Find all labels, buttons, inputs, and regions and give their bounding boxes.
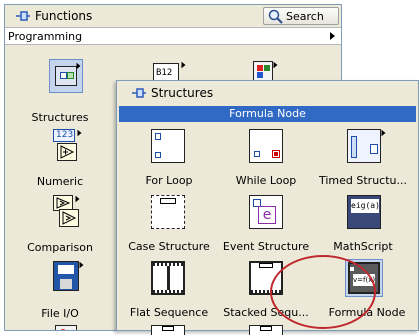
floppy-disk-icon — [53, 261, 79, 291]
flat-sequence-tile[interactable] — [151, 261, 185, 295]
pin-icon[interactable] — [15, 9, 31, 23]
submenu-arrow-icon — [79, 261, 84, 269]
file-io-tile[interactable] — [53, 261, 84, 295]
case-structure-label: Case Structure — [128, 240, 210, 253]
flat-sequence-label: Flat Sequence — [129, 306, 209, 319]
while-loop-tile[interactable] — [249, 129, 283, 163]
mathscript-icon: eig(a) — [347, 195, 381, 229]
numeric-tile[interactable]: 123 — [53, 129, 82, 163]
timed-loop-icon — [347, 129, 381, 163]
flat-sequence-icon — [151, 261, 185, 295]
case-structure-icon — [151, 195, 185, 229]
submenu-arrow-icon — [381, 129, 386, 137]
functions-title: Functions — [35, 9, 93, 23]
submenu-arrow-icon — [75, 195, 80, 203]
category-bar-programming[interactable]: Programming — [5, 27, 341, 45]
timed-structure-tile[interactable] — [347, 129, 386, 163]
event-structure-icon: e — [249, 195, 283, 229]
hover-tooltip: Formula Node — [119, 106, 416, 122]
for-loop-icon — [151, 129, 185, 163]
case-structure-tile[interactable] — [151, 195, 185, 229]
numeric-display: 123 — [53, 129, 75, 142]
functions-titlebar: Functions Search — [5, 5, 341, 27]
submenu-arrow-icon — [273, 61, 278, 69]
annotation-circle — [270, 255, 376, 329]
category-label: Programming — [8, 30, 83, 43]
comparison-label: Comparison — [27, 241, 93, 254]
structures-tile[interactable] — [49, 59, 83, 93]
pin-icon[interactable] — [131, 86, 147, 100]
search-button[interactable]: Search — [263, 7, 339, 25]
triangle-plus-icon — [60, 145, 75, 159]
structures-label: Structures — [31, 111, 89, 124]
submenu-arrow-icon — [330, 32, 335, 40]
while-loop-label: While Loop — [235, 174, 297, 187]
waveform-icon[interactable] — [55, 325, 77, 330]
structures-titlebar: Structures — [117, 81, 418, 105]
mathscript-tile[interactable]: eig(a) — [347, 195, 381, 229]
next-structure-icon[interactable] — [151, 325, 185, 335]
search-label: Search — [286, 10, 324, 23]
add-icon — [57, 143, 77, 161]
event-structure-tile[interactable]: e — [249, 195, 283, 229]
submenu-arrow-icon — [76, 62, 81, 70]
event-structure-label: Event Structure — [222, 240, 310, 253]
submenu-arrow-icon — [181, 61, 186, 69]
while-loop-icon — [249, 129, 283, 163]
mathscript-label: MathScript — [333, 240, 393, 253]
for-loop-tile[interactable] — [151, 129, 185, 163]
structures-icon — [55, 66, 77, 86]
structures-title: Structures — [151, 86, 214, 100]
greater-icon — [59, 209, 79, 227]
timed-structure-label: Timed Structu... — [318, 174, 407, 187]
numeric-label: Numeric — [36, 175, 84, 188]
file-io-label: File I/O — [41, 307, 79, 320]
for-loop-label: For Loop — [145, 174, 193, 187]
comparison-tile[interactable] — [53, 195, 81, 229]
magnifier-icon — [268, 9, 283, 24]
submenu-arrow-icon — [77, 129, 82, 137]
next-structure-icon[interactable] — [249, 325, 283, 335]
